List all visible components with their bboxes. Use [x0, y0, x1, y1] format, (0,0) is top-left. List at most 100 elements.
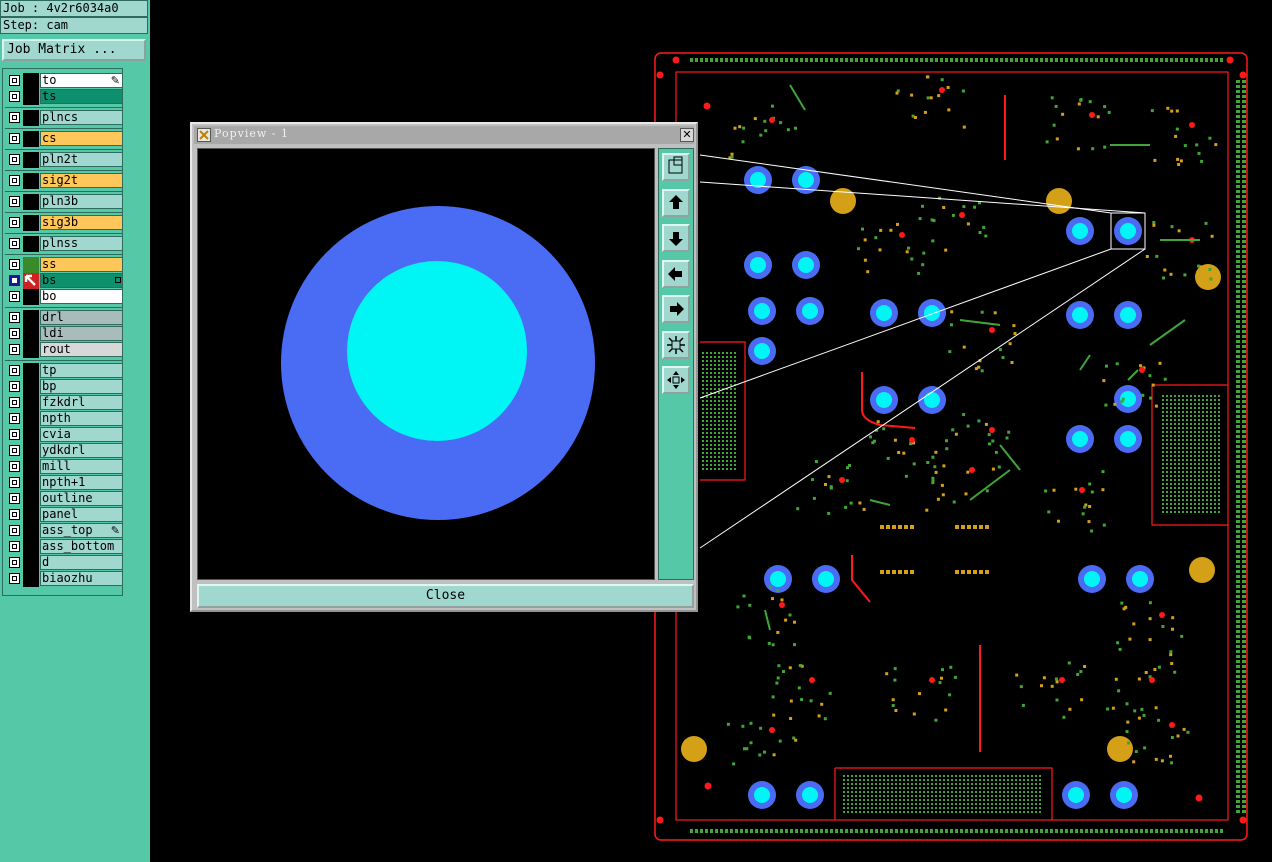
layer-color-swatch[interactable] [23, 310, 39, 326]
layer-checkbox[interactable] [9, 112, 20, 123]
layer-color-swatch[interactable] [23, 427, 39, 443]
zoom-center-icon[interactable] [662, 366, 690, 394]
pan-left-icon[interactable] [662, 259, 690, 288]
layer-name[interactable]: ydkdrl [40, 443, 123, 458]
layer-name[interactable]: ss [40, 257, 123, 272]
layer-row-drl[interactable]: drl [5, 310, 123, 326]
popview-titlebar[interactable]: Popview - 1 ✕ [194, 126, 694, 144]
zoom-out-icon[interactable] [662, 330, 690, 359]
layer-row-ldi[interactable]: ldi [5, 326, 123, 342]
layer-checkbox[interactable] [9, 445, 20, 456]
layer-checkbox[interactable] [9, 461, 20, 472]
layer-checkbox[interactable] [9, 429, 20, 440]
layer-color-swatch[interactable] [23, 215, 39, 231]
layer-row-ts[interactable]: ts [5, 89, 123, 105]
layer-checkbox[interactable] [9, 238, 20, 249]
layer-name[interactable]: plncs [40, 110, 123, 125]
layer-name[interactable]: cs [40, 131, 123, 146]
layer-row-ass-bottom[interactable]: ass_bottom [5, 539, 123, 555]
layer-row-fzkdrl[interactable]: fzkdrl [5, 395, 123, 411]
layer-name[interactable]: ldi [40, 326, 123, 341]
layer-name[interactable]: cvia [40, 427, 123, 442]
layer-color-swatch[interactable] [23, 395, 39, 411]
layer-name[interactable]: panel [40, 507, 123, 522]
layer-checkbox[interactable] [9, 541, 20, 552]
layer-name[interactable]: fzkdrl [40, 395, 123, 410]
layer-row-cs[interactable]: cs [5, 131, 123, 147]
layer-checkbox[interactable] [9, 344, 20, 355]
popview-canvas[interactable] [197, 148, 655, 580]
layer-checkbox[interactable] [9, 573, 20, 584]
layer-row-sig3b[interactable]: sig3b [5, 215, 123, 231]
layer-name[interactable]: bo [40, 289, 123, 304]
layer-checkbox[interactable] [9, 397, 20, 408]
layer-color-swatch[interactable] [23, 236, 39, 252]
layer-row-bp[interactable]: bp [5, 379, 123, 395]
layer-row-npth-1[interactable]: npth+1 [5, 475, 123, 491]
layer-checkbox[interactable] [9, 91, 20, 102]
layer-row-outline[interactable]: outline [5, 491, 123, 507]
layer-row-pln3b[interactable]: pln3b [5, 194, 123, 210]
layer-checkbox[interactable] [9, 557, 20, 568]
layer-color-swatch[interactable] [23, 131, 39, 147]
layer-checkbox[interactable] [9, 259, 20, 270]
layer-color-swatch[interactable] [23, 173, 39, 189]
layer-color-swatch[interactable] [23, 491, 39, 507]
layer-row-mill[interactable]: mill [5, 459, 123, 475]
pan-up-icon[interactable] [662, 188, 690, 217]
layer-color-swatch[interactable] [23, 555, 39, 571]
layer-name[interactable]: outline [40, 491, 123, 506]
layer-name[interactable]: drl [40, 310, 123, 325]
layer-name[interactable]: ass_bottom [40, 539, 123, 554]
layer-name[interactable]: bp [40, 379, 123, 394]
layer-color-swatch[interactable] [23, 257, 39, 273]
layer-name[interactable]: biaozhu [40, 571, 123, 586]
layer-name[interactable]: sig3b [40, 215, 123, 230]
layer-checkbox[interactable] [9, 133, 20, 144]
layer-color-swatch[interactable] [23, 571, 39, 587]
layer-row-plnss[interactable]: plnss [5, 236, 123, 252]
layer-name[interactable]: npth+1 [40, 475, 123, 490]
layer-checkbox[interactable] [9, 275, 20, 286]
layer-name[interactable]: tp [40, 363, 123, 378]
layer-row-to[interactable]: to ✎ [5, 73, 123, 89]
layer-checkbox[interactable] [9, 312, 20, 323]
layer-row-panel[interactable]: panel [5, 507, 123, 523]
layer-color-swatch[interactable] [23, 459, 39, 475]
layer-color-swatch[interactable] [23, 326, 39, 342]
layer-row-ss[interactable]: ss [5, 257, 123, 273]
layer-color-swatch[interactable] [23, 89, 39, 105]
layer-checkbox[interactable] [9, 477, 20, 488]
layer-checkbox[interactable] [9, 493, 20, 504]
layer-checkbox[interactable] [9, 525, 20, 536]
layer-row-bo[interactable]: bo [5, 289, 123, 305]
layer-name[interactable]: rout [40, 342, 123, 357]
layer-color-swatch[interactable] [23, 379, 39, 395]
layer-color-swatch[interactable] [23, 342, 39, 358]
layer-color-swatch[interactable] [23, 443, 39, 459]
layer-row-rout[interactable]: rout [5, 342, 123, 358]
layer-row-ass-top[interactable]: ass_top ✎ [5, 523, 123, 539]
layer-row-pln2t[interactable]: pln2t [5, 152, 123, 168]
zoom-fit-icon[interactable] [662, 153, 690, 181]
layer-name[interactable]: ts [40, 89, 123, 104]
close-icon[interactable]: ✕ [680, 128, 694, 142]
layer-color-swatch[interactable] [23, 539, 39, 555]
layer-color-swatch[interactable] [23, 152, 39, 168]
layer-row-npth[interactable]: npth [5, 411, 123, 427]
layer-name[interactable]: bs [40, 273, 123, 288]
layer-color-swatch[interactable] [23, 411, 39, 427]
layer-checkbox[interactable] [9, 413, 20, 424]
layer-row-ydkdrl[interactable]: ydkdrl [5, 443, 123, 459]
layer-checkbox[interactable] [9, 75, 20, 86]
layer-color-swatch[interactable] [23, 73, 39, 89]
layer-checkbox[interactable] [9, 217, 20, 228]
layer-color-swatch[interactable] [23, 475, 39, 491]
layer-name[interactable]: plnss [40, 236, 123, 251]
layer-name[interactable]: pln3b [40, 194, 123, 209]
layer-checkbox[interactable] [9, 328, 20, 339]
layer-checkbox[interactable] [9, 381, 20, 392]
layer-row-cvia[interactable]: cvia [5, 427, 123, 443]
layer-name[interactable]: mill [40, 459, 123, 474]
layer-checkbox[interactable] [9, 154, 20, 165]
